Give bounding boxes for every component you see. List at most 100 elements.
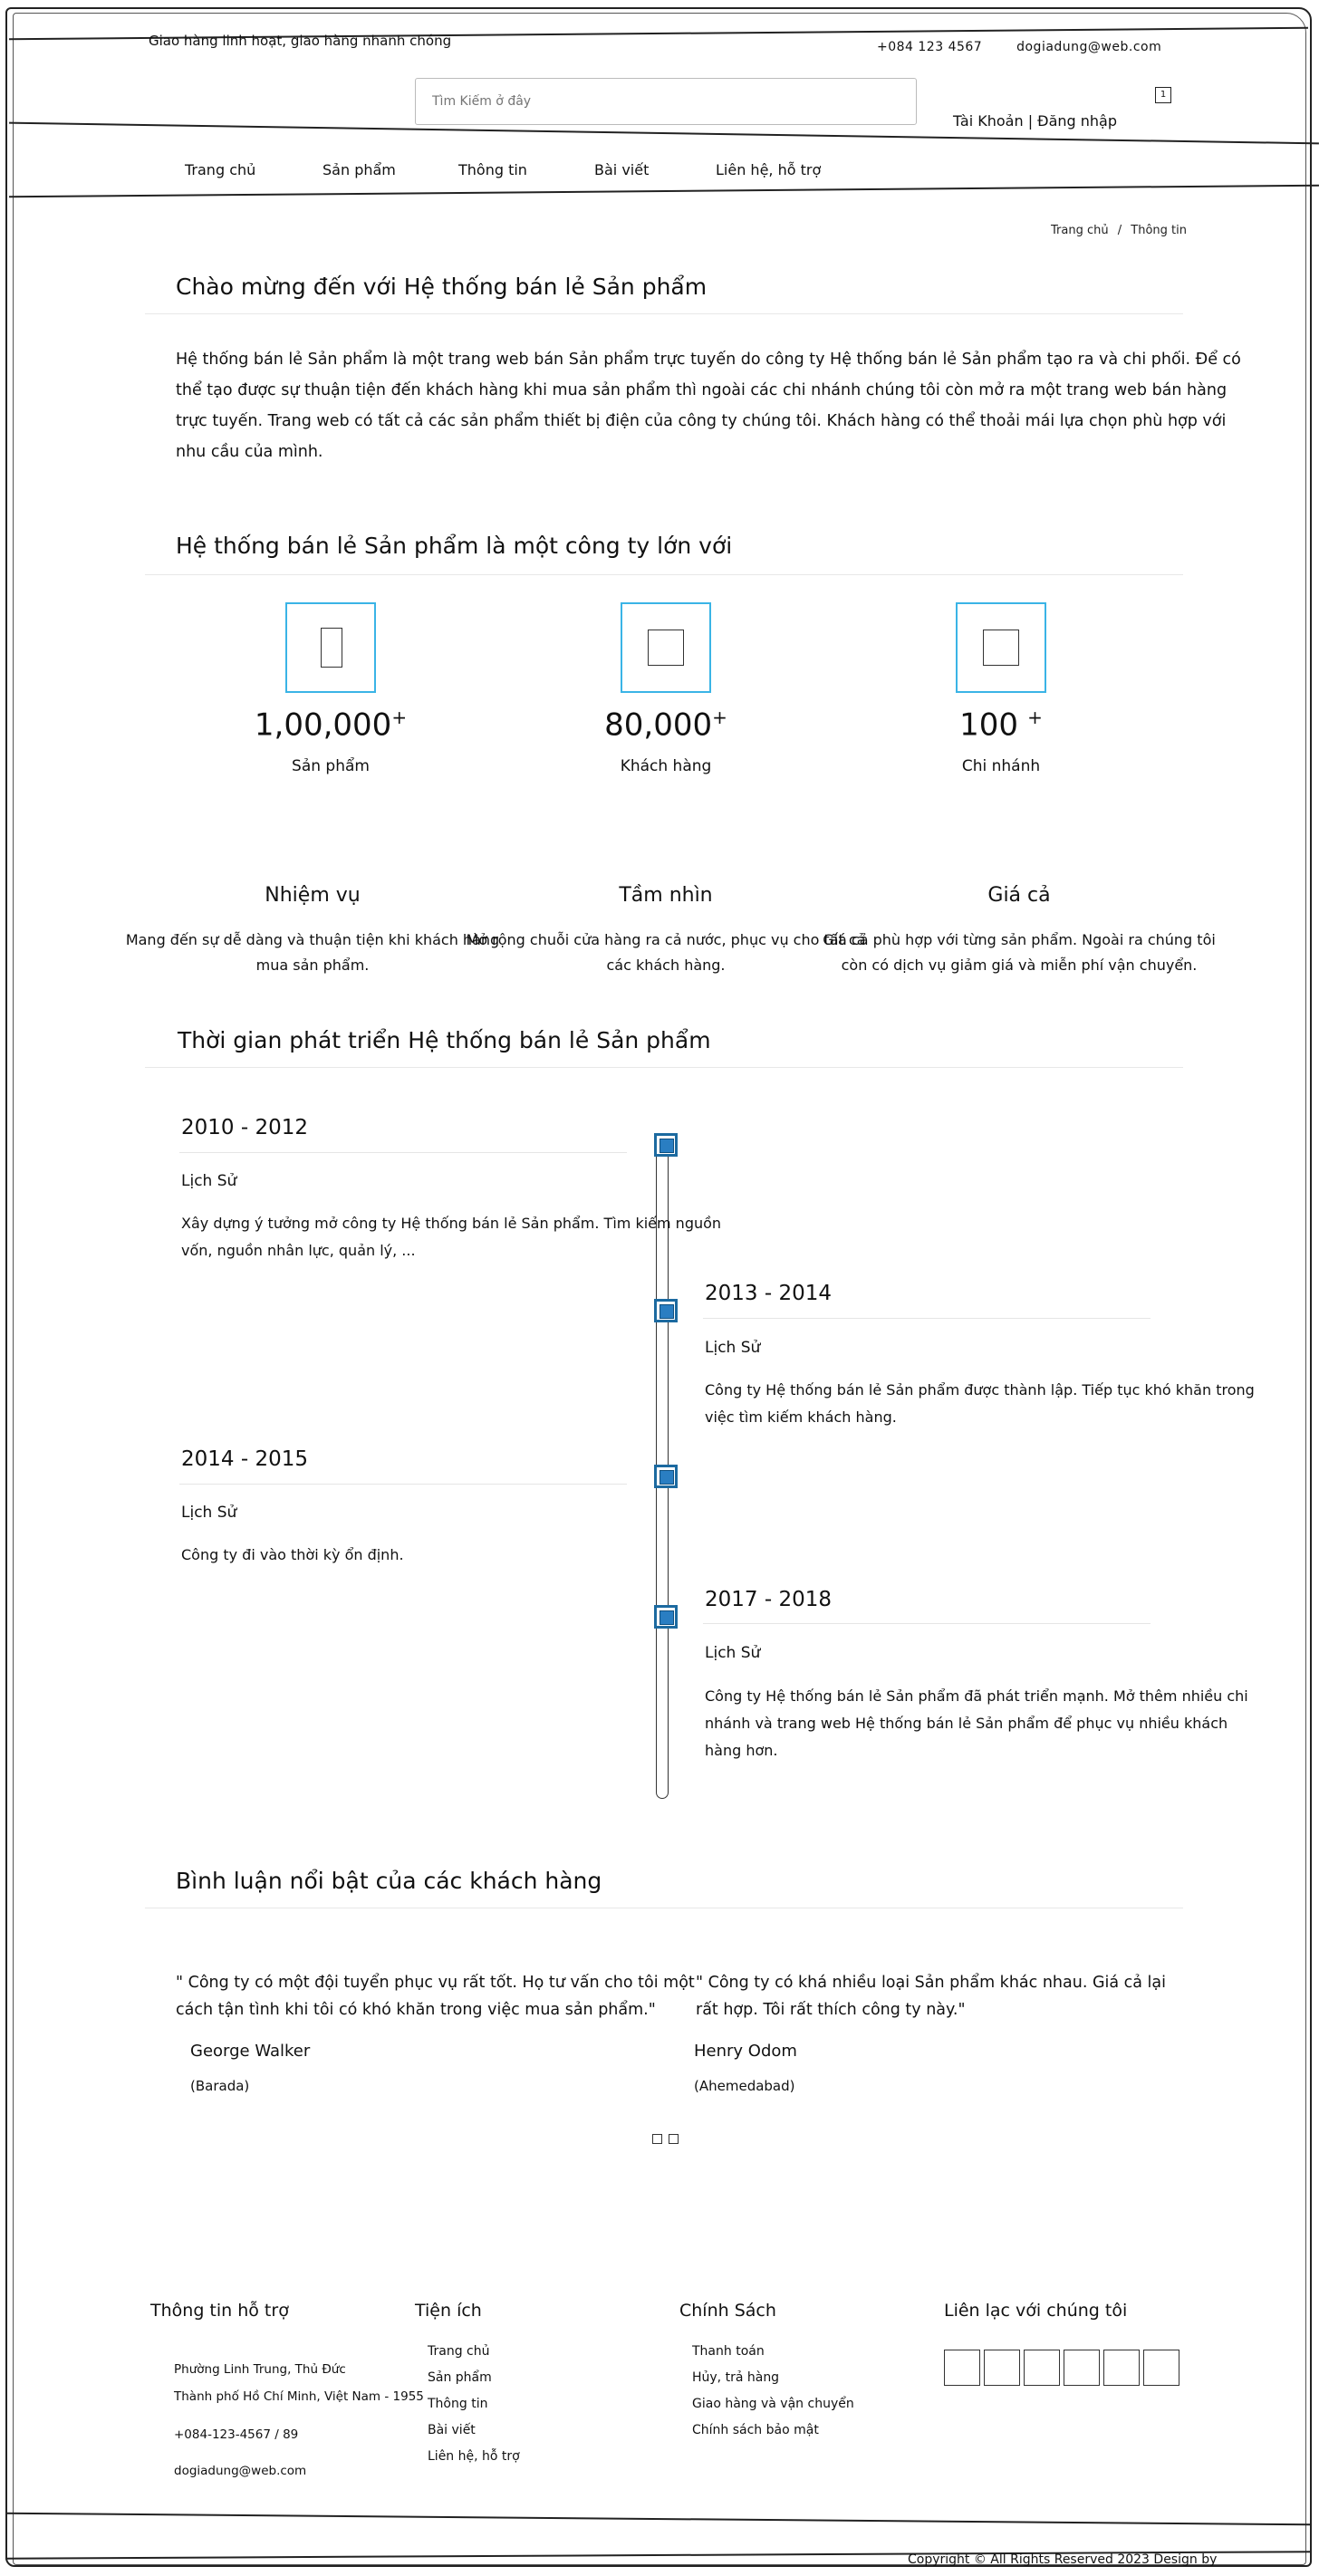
- review-name-2: Henry Odom: [694, 2042, 797, 2061]
- timeline-text-3: Công ty đi vào thời kỳ ổn định.: [181, 1546, 404, 1563]
- footer-phone[interactable]: +084-123-4567 / 89: [174, 2427, 298, 2442]
- footer-policy-heading: Chính Sách: [679, 2301, 776, 2321]
- footer-link-home[interactable]: Trang chủ: [428, 2344, 489, 2359]
- breadcrumb-current: Thông tin: [1131, 224, 1187, 237]
- stat-suffix-branches: +: [1027, 706, 1043, 728]
- footer-link-shipping[interactable]: Giao hàng và vận chuyển: [692, 2397, 854, 2411]
- stat-suffix-customers: +: [712, 706, 727, 728]
- carousel-dot-1[interactable]: [652, 2134, 662, 2144]
- topbar-phone[interactable]: +084 123 4567: [877, 40, 982, 54]
- footer-address-line2: Thành phố Hồ Chí Minh, Việt Nam - 1955: [174, 2389, 424, 2404]
- twitter-icon[interactable]: [984, 2350, 1020, 2386]
- youtube-icon[interactable]: [1064, 2350, 1100, 2386]
- timeline-subtitle-2: Lịch Sử: [705, 1339, 761, 1357]
- carousel-dot-2[interactable]: [669, 2134, 679, 2144]
- stat-number-branches-value: 100: [959, 706, 1019, 744]
- timeline-date-3: 2014 - 2015: [181, 1447, 308, 1471]
- timeline-marker-4: [654, 1605, 678, 1629]
- breadcrumb-separator: /: [1117, 224, 1122, 237]
- timeline-marker-1: [654, 1133, 678, 1157]
- topbar-email[interactable]: dogiadung@web.com: [1016, 40, 1161, 54]
- stat-box-customers: [621, 602, 711, 693]
- nav-item-about[interactable]: Thông tin: [458, 161, 527, 178]
- footer-link-contact[interactable]: Liên hệ, hỗ trợ: [428, 2449, 520, 2464]
- search-input[interactable]: [416, 79, 916, 124]
- timeline-rule-4: [703, 1623, 1151, 1624]
- footer-utilities-heading: Tiện ích: [415, 2301, 482, 2321]
- welcome-paragraph: Hệ thống bán lẻ Sản phẩm là một trang we…: [176, 351, 1241, 461]
- review-quote-1: " Công ty có một đội tuyển phục vụ rất t…: [176, 1974, 695, 2019]
- timeline-rule-1: [179, 1152, 627, 1153]
- topbar-contact: +084 123 4567 dogiadung@web.com: [877, 40, 1161, 54]
- copyright-text: Copyright © All Rights Reserved 2023 Des…: [908, 2552, 1218, 2567]
- stat-number-branches: 100 +: [901, 706, 1101, 743]
- stat-number-customers-value: 80,000: [604, 706, 713, 744]
- footer-support-heading: Thông tin hỗ trợ: [150, 2301, 289, 2321]
- timeline-rule-3: [179, 1484, 627, 1485]
- nav-item-products[interactable]: Sản phẩm: [323, 161, 396, 178]
- welcome-title: Chào mừng đến với Hệ thống bán lẻ Sản ph…: [176, 274, 708, 300]
- nav-item-contact[interactable]: Liên hệ, hỗ trợ: [716, 161, 821, 178]
- reviews-title: Bình luận nổi bật của các khách hàng: [176, 1868, 602, 1894]
- timeline-rule-2: [703, 1318, 1151, 1319]
- branch-icon: [983, 630, 1019, 666]
- stats-title: Hệ thống bán lẻ Sản phẩm là một công ty …: [176, 533, 733, 559]
- timeline-subtitle-1: Lịch Sử: [181, 1172, 237, 1190]
- stat-number-customers: 80,000+: [566, 706, 765, 743]
- review-place-2: (Ahemedabad): [694, 2078, 795, 2094]
- footer-address-line1: Phường Linh Trung, Thủ Đức: [174, 2362, 346, 2377]
- cart-icon[interactable]: 1: [1155, 87, 1171, 103]
- linkedin-icon[interactable]: [1103, 2350, 1140, 2386]
- customer-icon: [648, 630, 684, 666]
- price-title: Giá cả: [987, 884, 1051, 907]
- timeline-text-4: Công ty Hệ thống bán lẻ Sản phẩm đã phát…: [705, 1687, 1248, 1759]
- stat-box-branches: [956, 602, 1046, 693]
- timeline-subtitle-4: Lịch Sử: [705, 1644, 761, 1662]
- timeline-text-1: Xây dựng ý tưởng mở công ty Hệ thống bán…: [181, 1215, 722, 1259]
- timeline-title: Thời gian phát triển Hệ thống bán lẻ Sản…: [178, 1027, 711, 1053]
- topbar-tagline: Giao hàng linh hoạt, giao hàng nhanh chó…: [149, 33, 452, 49]
- breadcrumb: Trang chủ / Thông tin: [1051, 224, 1187, 237]
- footer-link-products[interactable]: Sản phẩm: [428, 2370, 492, 2385]
- stat-label-products: Sản phẩm: [292, 757, 370, 775]
- footer-link-return[interactable]: Hủy, trả hàng: [692, 2370, 779, 2385]
- timeline-marker-2: [654, 1299, 678, 1322]
- footer-email[interactable]: dogiadung@web.com: [174, 2464, 306, 2478]
- search-box[interactable]: [415, 78, 917, 125]
- footer-link-privacy[interactable]: Chính sách bảo mật: [692, 2423, 819, 2437]
- stat-number-products: 1,00,000+: [231, 706, 430, 743]
- pinterest-icon[interactable]: [1143, 2350, 1179, 2386]
- timeline-title-underline: [145, 1067, 1183, 1068]
- review-name-1: George Walker: [190, 2042, 311, 2061]
- mission-title: Nhiệm vụ: [265, 884, 361, 907]
- review-place-1: (Barada): [190, 2078, 250, 2094]
- timeline-subtitle-3: Lịch Sử: [181, 1504, 237, 1522]
- stat-label-customers: Khách hàng: [620, 757, 712, 775]
- stat-suffix-products: +: [391, 706, 408, 728]
- nav-item-home[interactable]: Trang chủ: [185, 161, 255, 178]
- vision-title: Tầm nhìn: [619, 884, 713, 907]
- facebook-icon[interactable]: [944, 2350, 980, 2386]
- footer-link-posts[interactable]: Bài viết: [428, 2423, 476, 2437]
- review-quote-2: " Công ty có khá nhiều loại Sản phẩm khá…: [696, 1974, 1167, 2019]
- breadcrumb-home[interactable]: Trang chủ: [1051, 224, 1109, 237]
- welcome-title-underline: [145, 313, 1183, 314]
- product-icon: [321, 628, 342, 668]
- footer-link-payment[interactable]: Thanh toán: [692, 2344, 765, 2359]
- mission-text: Mang đến sự dễ dàng và thuận tiện khi kh…: [125, 931, 500, 974]
- stats-title-underline: [145, 574, 1183, 575]
- timeline-date-4: 2017 - 2018: [705, 1588, 832, 1611]
- price-text: Giá cả phù hợp với từng sản phẩm. Ngoài …: [823, 931, 1216, 974]
- stat-box-products: [285, 602, 376, 693]
- footer-contact-heading: Liên lạc với chúng tôi: [944, 2301, 1128, 2321]
- timeline-marker-3: [654, 1465, 678, 1488]
- stat-label-branches: Chi nhánh: [961, 757, 1041, 775]
- account-login-link[interactable]: Tài Khoản | Đăng nhập: [953, 112, 1117, 130]
- nav-item-posts[interactable]: Bài viết: [594, 161, 649, 178]
- timeline-date-2: 2013 - 2014: [705, 1282, 832, 1305]
- footer-link-about[interactable]: Thông tin: [428, 2397, 487, 2411]
- stat-number-products-value: 1,00,000: [254, 706, 392, 744]
- timeline-date-1: 2010 - 2012: [181, 1116, 308, 1139]
- instagram-icon[interactable]: [1024, 2350, 1060, 2386]
- timeline-text-2: Công ty Hệ thống bán lẻ Sản phẩm được th…: [705, 1381, 1255, 1426]
